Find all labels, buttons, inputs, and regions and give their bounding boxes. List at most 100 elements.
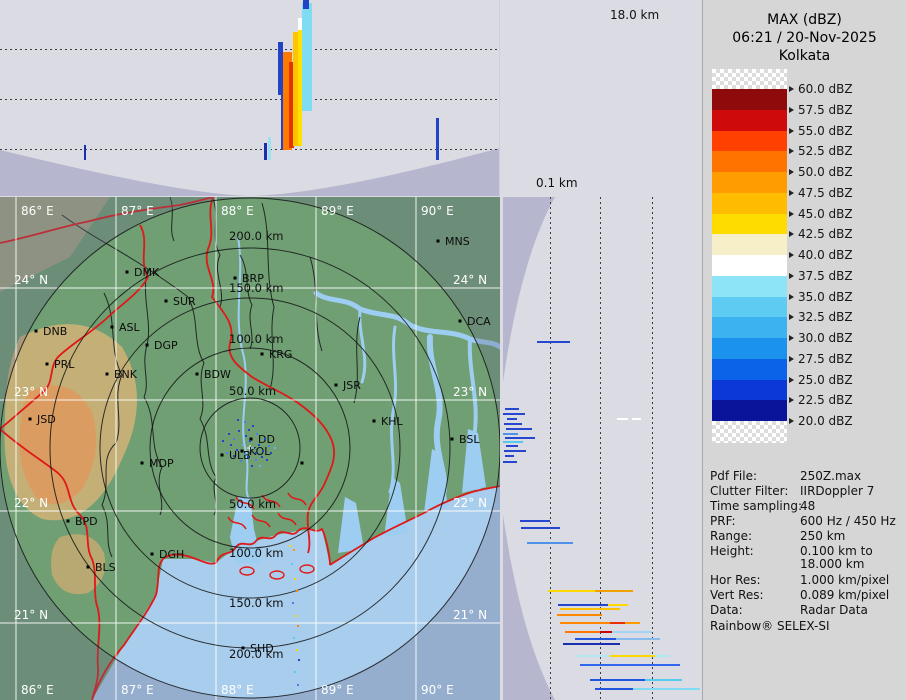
echo-pixel bbox=[236, 449, 238, 451]
tick-arrow-icon bbox=[789, 418, 794, 424]
scale-label-row: 27.5 dBZ bbox=[789, 353, 853, 365]
echo-bar bbox=[616, 638, 660, 640]
station-dot bbox=[126, 271, 129, 274]
scale-label: 30.0 dBZ bbox=[798, 331, 853, 345]
scale-label-row: 35.0 dBZ bbox=[789, 291, 853, 303]
gridline bbox=[0, 149, 499, 150]
lon-label-bottom: 87° E bbox=[121, 683, 154, 697]
station-label-dgh: DGH bbox=[159, 548, 184, 561]
echo-bar bbox=[507, 418, 517, 420]
station-label-bsl: BSL bbox=[459, 433, 480, 446]
legend-panel: MAX (dBZ) 06:21 / 20-Nov-2025 Kolkata 60… bbox=[702, 0, 906, 700]
echo-pixel bbox=[292, 602, 294, 604]
scale-label: 45.0 dBZ bbox=[798, 207, 853, 221]
echo-pixel bbox=[238, 430, 240, 432]
echo-bar bbox=[610, 655, 655, 657]
scale-label: 40.0 dBZ bbox=[798, 248, 853, 262]
scale-label: 32.5 dBZ bbox=[798, 310, 853, 324]
gridline bbox=[652, 197, 653, 700]
station-dot bbox=[451, 438, 454, 441]
tick-arrow-icon bbox=[789, 231, 794, 237]
station-dot bbox=[437, 240, 440, 243]
echo-bar bbox=[560, 622, 610, 624]
station-label-dca: DCA bbox=[467, 315, 491, 328]
scale-label-row: 52.5 dBZ bbox=[789, 145, 853, 157]
tick-arrow-icon bbox=[789, 107, 794, 113]
station-label-dmk: DMK bbox=[134, 266, 160, 279]
echo-bar bbox=[505, 455, 514, 457]
station-label-bnk: BNK bbox=[114, 368, 138, 381]
lon-label-top: 88° E bbox=[221, 204, 254, 218]
scale-label-row: 47.5 dBZ bbox=[789, 187, 853, 199]
lat-label-left: 24° N bbox=[14, 273, 48, 287]
scale-label: 55.0 dBZ bbox=[798, 124, 853, 138]
color-swatch bbox=[712, 193, 787, 214]
station-label-bpd: BPD bbox=[75, 515, 98, 528]
scale-label: 60.0 dBZ bbox=[798, 82, 853, 96]
echo-pixel bbox=[294, 671, 296, 673]
station-label-dgp: DGP bbox=[154, 339, 178, 352]
right-panel-coverage-wedge bbox=[503, 197, 700, 700]
echo-bar bbox=[577, 655, 610, 657]
lat-label-right: 21° N bbox=[453, 608, 487, 622]
color-swatch bbox=[712, 338, 787, 359]
echo-bar bbox=[504, 423, 522, 425]
tick-arrow-icon bbox=[789, 86, 794, 92]
meta-value: 250Z.max bbox=[800, 469, 861, 483]
echo-pixel bbox=[244, 453, 246, 455]
station-dot bbox=[141, 462, 144, 465]
station-label-jsr: JSR bbox=[342, 379, 361, 392]
meta-label: Range: bbox=[710, 529, 752, 543]
map-panel: 86° E86° E87° E87° E88° E88° E89° E89° E… bbox=[0, 197, 500, 700]
echo-bar bbox=[580, 664, 680, 666]
echo-bar bbox=[575, 638, 616, 640]
echo-pixel bbox=[298, 659, 300, 661]
max-height-axis-label: 18.0 km bbox=[610, 8, 659, 22]
tick-arrow-icon bbox=[789, 211, 794, 217]
echo-pixel bbox=[274, 447, 276, 449]
color-swatch bbox=[712, 172, 787, 193]
echo-bar bbox=[625, 622, 640, 624]
tick-arrow-icon bbox=[789, 190, 794, 196]
station-label-kol: KOL bbox=[249, 445, 271, 458]
echo-bar bbox=[563, 643, 620, 645]
tick-arrow-icon bbox=[789, 377, 794, 383]
station-dot bbox=[165, 300, 168, 303]
echo-pixel bbox=[240, 460, 242, 462]
echo-bar bbox=[608, 604, 628, 606]
station-dot bbox=[373, 420, 376, 423]
echo-bar bbox=[505, 437, 535, 439]
color-swatch bbox=[712, 380, 787, 401]
echo-bar bbox=[302, 3, 312, 111]
lat-label-right: 24° N bbox=[453, 273, 487, 287]
meta-label: Time sampling: bbox=[710, 499, 802, 513]
ring-distance-label: 50.0 km bbox=[229, 384, 276, 398]
tick-arrow-icon bbox=[789, 252, 794, 258]
lon-label-top: 87° E bbox=[121, 204, 154, 218]
echo-pixel bbox=[296, 590, 298, 592]
tick-arrow-icon bbox=[789, 294, 794, 300]
station-label-khl: KHL bbox=[381, 415, 403, 428]
scale-label-row: 42.5 dBZ bbox=[789, 228, 853, 240]
meta-value: 0.100 km to bbox=[800, 544, 873, 558]
meta-value: 0.089 km/pixel bbox=[800, 588, 889, 602]
echo-bar bbox=[527, 542, 573, 544]
scale-label-row: 60.0 dBZ bbox=[789, 83, 853, 95]
echo-bar bbox=[503, 461, 517, 463]
ring-distance-label: 100.0 km bbox=[229, 332, 283, 346]
lat-label-right: 22° N bbox=[453, 496, 487, 510]
echo-pixel bbox=[233, 455, 235, 457]
echo-pixel bbox=[262, 450, 264, 452]
echo-pixel bbox=[294, 578, 296, 580]
meta-value: 600 Hz / 450 Hz bbox=[800, 514, 896, 528]
echo-pixel bbox=[226, 452, 228, 454]
echo-bar bbox=[268, 137, 271, 160]
tick-arrow-icon bbox=[789, 148, 794, 154]
lat-label-left: 22° N bbox=[14, 496, 48, 510]
echo-pixel bbox=[291, 563, 293, 565]
scale-label-row: 30.0 dBZ bbox=[789, 332, 853, 344]
echo-bar bbox=[633, 688, 700, 690]
software-brand: Rainbow® SELEX-SI bbox=[710, 619, 830, 633]
station-dot bbox=[261, 353, 264, 356]
color-swatch bbox=[712, 317, 787, 338]
